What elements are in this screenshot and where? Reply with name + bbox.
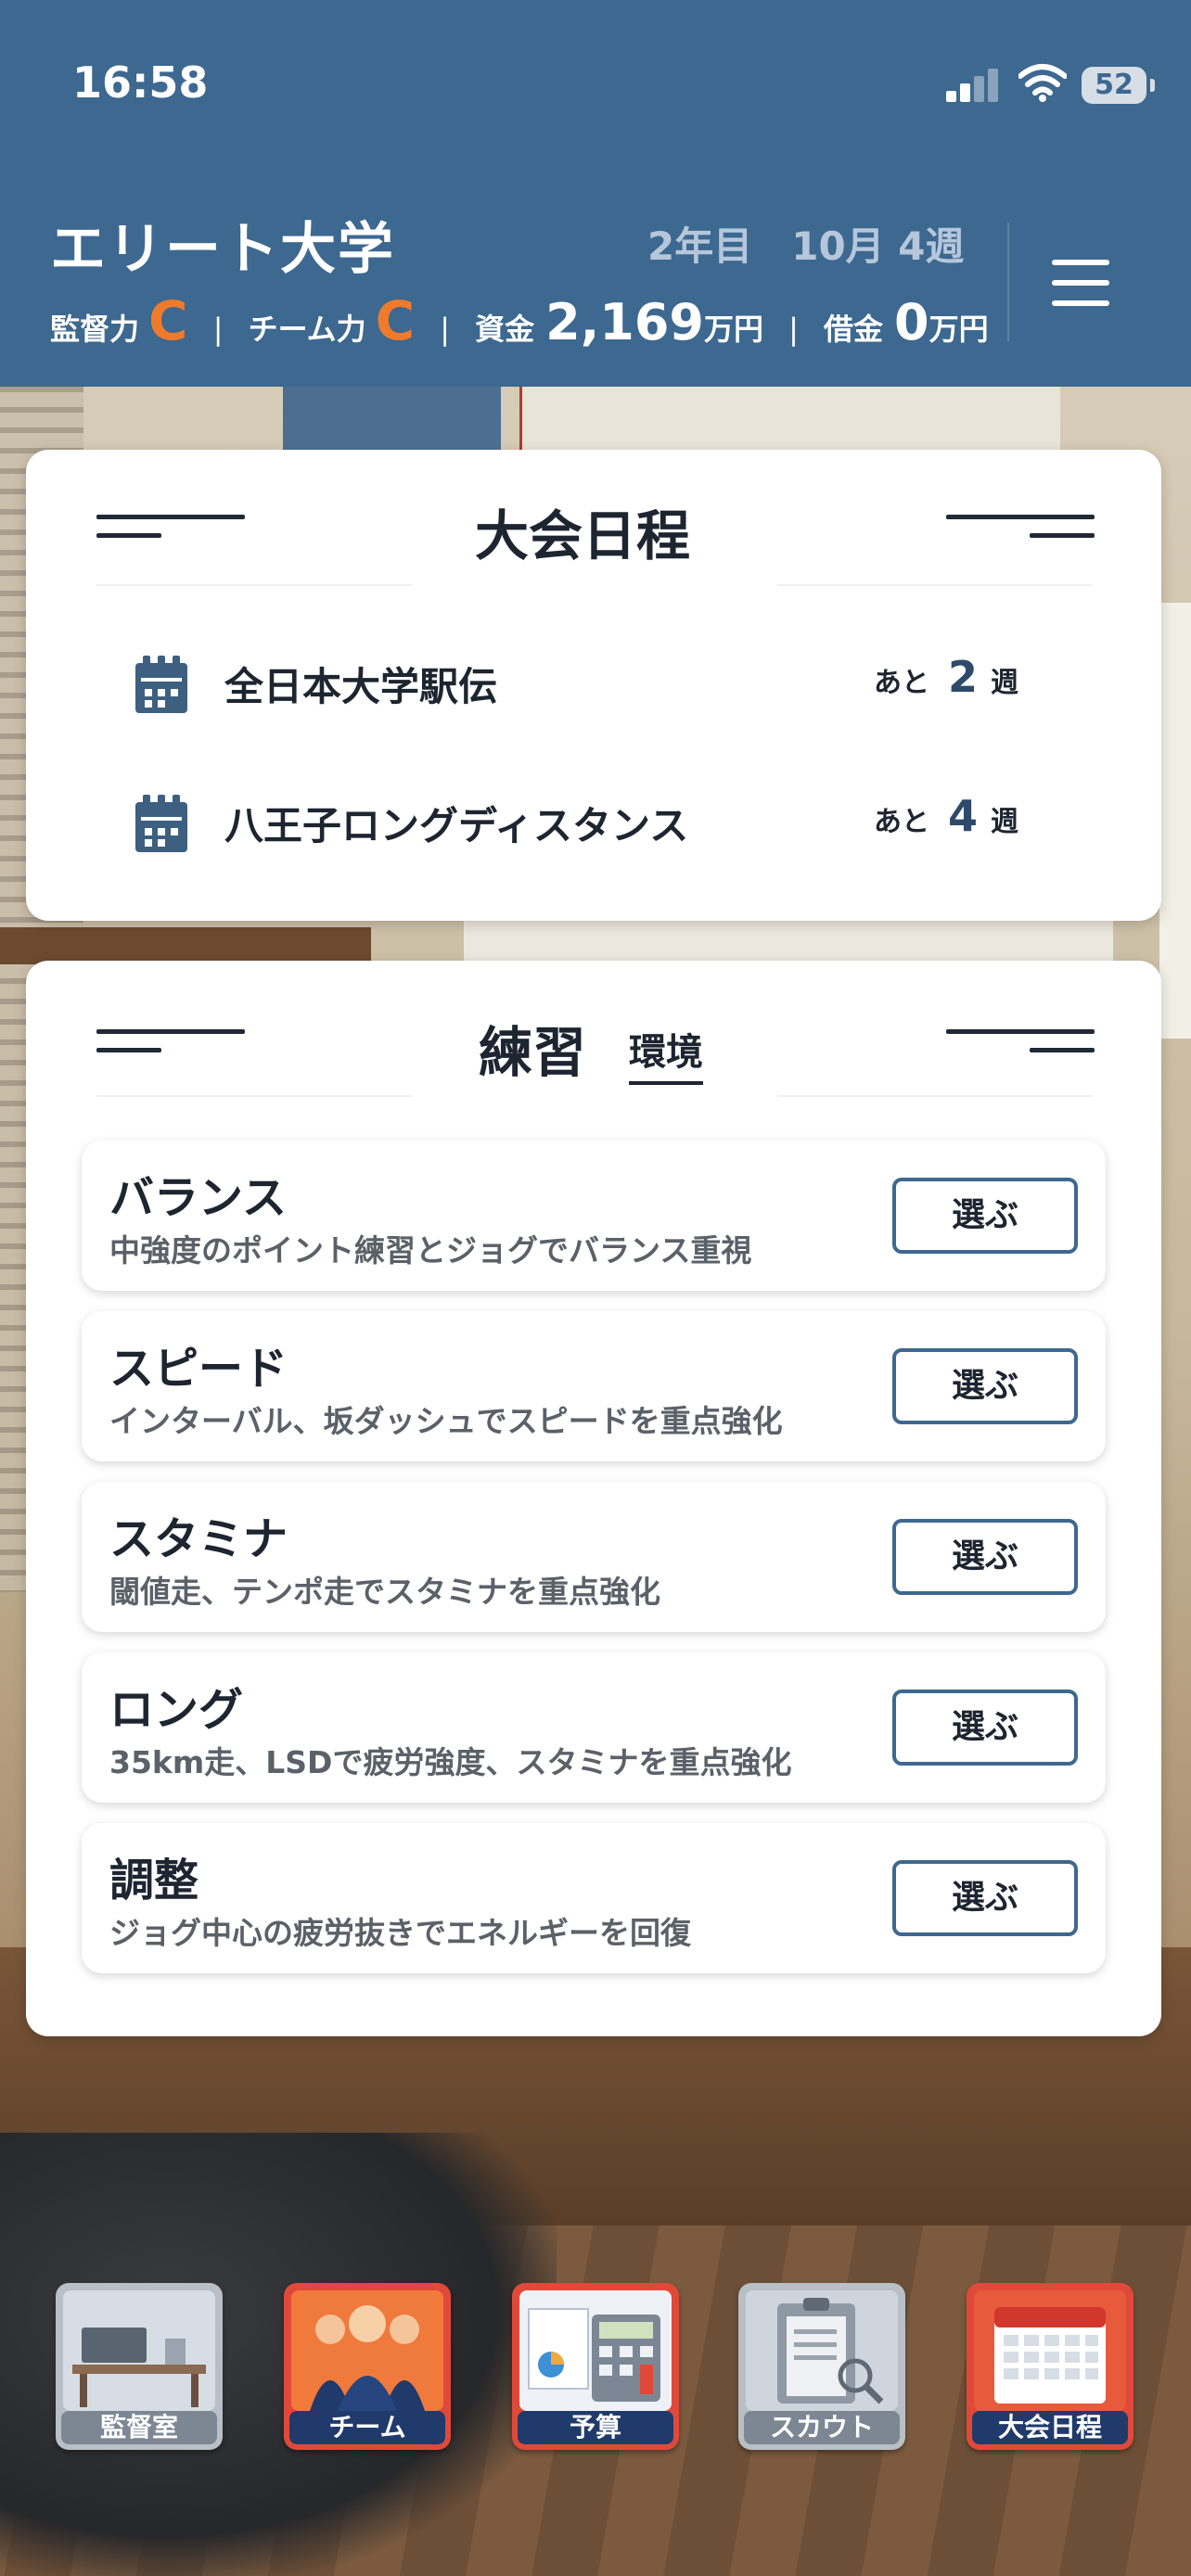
debt-value: 0	[893, 293, 929, 351]
option-title: 調整	[109, 1855, 199, 1906]
event-row[interactable]: 全日本大学駅伝 あと 2 週	[26, 635, 1161, 728]
nav-label: 監督室	[61, 2411, 217, 2444]
remaining-weeks: 2	[948, 652, 979, 702]
practice-option: スピード インターバル、坂ダッシュでスピードを重点強化 選ぶ	[82, 1311, 1106, 1461]
wall-calendar	[1159, 603, 1191, 1039]
status-bar: 16:58 52	[0, 0, 1191, 176]
practice-title: 練習	[479, 1021, 587, 1084]
event-name: 全日本大学駅伝	[224, 664, 498, 709]
funds-value: 2,169	[545, 293, 704, 351]
nav-label: チーム	[289, 2411, 445, 2444]
option-title: スタミナ	[109, 1513, 288, 1565]
practice-option: スタミナ 閾値走、テンポ走でスタミナを重点強化 選ぶ	[82, 1482, 1106, 1632]
practice-option: ロング 35km走、LSDで疲労強度、スタミナを重点強化 選ぶ	[82, 1652, 1106, 1803]
option-description: ジョグ中心の疲労抜きでエネルギーを回復	[109, 1915, 691, 1951]
remaining-weeks: 4	[948, 791, 979, 841]
event-remaining: あと 4 週	[874, 791, 1018, 841]
practice-card: 練習 環境 バランス 中強度のポイント練習とジョグでバランス重視 選ぶ スピード…	[26, 961, 1161, 2036]
calculator-icon	[519, 2290, 672, 2411]
game-header: エリート大学 2年目 10月 4週 監督力 C | チーム力 C | 資金 2,169…	[0, 176, 1191, 387]
select-button[interactable]: 選ぶ	[892, 1178, 1078, 1254]
desk-icon	[63, 2290, 215, 2411]
title-decoration-left	[96, 515, 245, 552]
bottom-nav: 監督室 チーム 予算 スカウト 大会日程	[0, 2283, 1191, 2450]
option-title: ロング	[109, 1684, 244, 1736]
nav-budget[interactable]: 予算	[512, 2283, 679, 2450]
title-rule-left	[96, 584, 412, 586]
schedule-card: 大会日程 全日本大学駅伝 あと 2 週 八王子ロングディスタンス あと 4 週	[26, 450, 1161, 921]
event-row[interactable]: 八王子ロングディスタンス あと 4 週	[26, 774, 1161, 867]
nav-label: 大会日程	[972, 2411, 1128, 2444]
nav-label: 予算	[518, 2411, 673, 2444]
calendar-icon	[135, 795, 187, 852]
runner-poster	[283, 387, 501, 452]
team-power-grade: C	[375, 289, 416, 352]
practice-option: バランス 中強度のポイント練習とジョグでバランス重視 選ぶ	[82, 1141, 1106, 1291]
tab-environment[interactable]: 環境	[629, 1022, 703, 1085]
stat-separator: |	[788, 312, 799, 347]
debt-unit: 万円	[928, 312, 987, 347]
game-date: 2年目 10月 4週	[647, 223, 965, 269]
select-button[interactable]: 選ぶ	[892, 1690, 1078, 1766]
coach-power-grade: C	[148, 289, 188, 352]
nav-label: スカウト	[744, 2411, 900, 2444]
event-name: 八王子ロングディスタンス	[224, 803, 689, 848]
hamburger-menu-icon[interactable]	[1039, 250, 1122, 315]
clipboard-icon	[746, 2290, 898, 2411]
cellular-signal-icon	[946, 65, 1000, 102]
title-decoration-left	[96, 1029, 245, 1066]
nav-team[interactable]: チーム	[284, 2283, 451, 2450]
remaining-unit: 週	[991, 667, 1019, 699]
practice-option: 調整 ジョグ中心の疲労抜きでエネルギーを回復 選ぶ	[82, 1823, 1106, 1973]
option-title: バランス	[109, 1172, 288, 1224]
debt-label: 借金	[823, 312, 883, 347]
calendar-icon	[974, 2290, 1126, 2411]
remaining-unit: 週	[991, 806, 1019, 838]
header-divider	[1007, 223, 1009, 341]
battery-icon: 52	[1082, 67, 1155, 104]
select-button[interactable]: 選ぶ	[892, 1519, 1078, 1595]
remaining-prefix: あと	[874, 667, 929, 699]
course-map-poster	[519, 387, 1060, 452]
title-rule-right	[777, 584, 1093, 586]
title-rule-right	[777, 1095, 1093, 1097]
option-description: インターバル、坂ダッシュでスピードを重点強化	[109, 1403, 783, 1439]
wifi-icon	[1018, 64, 1067, 102]
title-decoration-right	[946, 515, 1095, 552]
nav-scout[interactable]: スカウト	[738, 2283, 905, 2450]
trophy-shelf	[0, 927, 371, 964]
option-title: スピード	[109, 1343, 288, 1395]
option-description: 閾値走、テンポ走でスタミナを重点強化	[109, 1574, 660, 1610]
option-description: 35km走、LSDで疲労強度、スタミナを重点強化	[109, 1744, 792, 1780]
remaining-prefix: あと	[874, 806, 929, 838]
team-power-label: チーム力	[248, 312, 366, 347]
select-button[interactable]: 選ぶ	[892, 1348, 1078, 1424]
title-decoration-right	[946, 1029, 1095, 1066]
select-button[interactable]: 選ぶ	[892, 1860, 1078, 1936]
coach-power-label: 監督力	[50, 312, 140, 347]
university-name: エリート大学	[50, 217, 395, 282]
nav-tournament-schedule[interactable]: 大会日程	[967, 2283, 1133, 2450]
team-icon	[291, 2290, 443, 2411]
funds-label: 資金	[475, 312, 535, 347]
schedule-title: 大会日程	[475, 504, 691, 567]
stat-separator: |	[212, 312, 224, 347]
funds-unit: 万円	[703, 312, 763, 347]
event-remaining: あと 2 週	[874, 652, 1018, 702]
team-stats: 監督力 C | チーム力 C | 資金 2,169万円 | 借金 0万円	[50, 289, 987, 354]
title-rule-left	[96, 1095, 412, 1097]
stat-separator: |	[440, 312, 451, 347]
option-description: 中強度のポイント練習とジョグでバランス重視	[109, 1232, 752, 1269]
calendar-icon	[135, 656, 187, 713]
nav-coach-room[interactable]: 監督室	[56, 2283, 223, 2450]
status-time: 16:58	[72, 57, 209, 108]
